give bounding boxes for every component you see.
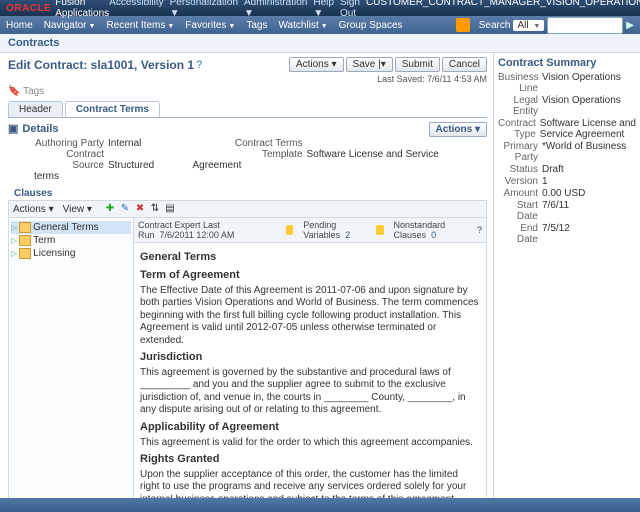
details-grid: Authoring PartyInternal Contract SourceS… (34, 138, 487, 182)
nav-tags[interactable]: Tags (246, 20, 267, 31)
summary-title: Contract Summary (498, 57, 636, 69)
summary-row: Status Draft (498, 164, 636, 175)
link-accessibility[interactable]: Accessibility (109, 0, 163, 19)
details-title: Details (22, 123, 58, 135)
search-go-icon[interactable]: ▶ (626, 20, 634, 31)
summary-value: 7/5/12 (542, 223, 570, 245)
folder-icon (19, 235, 31, 246)
search-input[interactable] (547, 17, 623, 34)
summary-row: Business LineVision Operations (498, 72, 636, 94)
tree-node-licensing[interactable]: ▷Licensing (11, 247, 131, 260)
folder-icon (19, 222, 31, 233)
brand-suite: Fusion Applications (55, 0, 109, 19)
nav-groups[interactable]: Group Spaces (339, 20, 403, 31)
tags-link[interactable]: 🔖 Tags (8, 86, 487, 97)
summary-key: Primary Party (498, 141, 538, 163)
summary-key: Business Line (498, 72, 538, 94)
tree-node-general-terms[interactable]: ▷General Terms (11, 221, 131, 234)
nonstandard-clauses[interactable]: Nonstandard Clauses 0 (394, 220, 467, 240)
search-label: Search (479, 20, 511, 31)
nav-navigator[interactable]: Navigator▼ (44, 20, 96, 31)
doc-h-applicability: Applicability of Agreement (140, 421, 480, 435)
clause-document: General Terms Term of Agreement The Effe… (134, 243, 486, 500)
contract-summary: Contract Summary Business LineVision Ope… (493, 53, 640, 505)
nav-favorites[interactable]: Favorites▼ (185, 20, 235, 31)
pending-variables[interactable]: Pending Variables 2 (303, 220, 366, 240)
breadcrumb: Contracts (0, 34, 640, 53)
link-help[interactable]: Help ▼ (313, 0, 334, 19)
warning-icon (376, 225, 384, 235)
cancel-button[interactable]: Cancel (442, 57, 487, 72)
doc-p: This agreement is governed by the substa… (140, 367, 480, 417)
folder-icon (19, 248, 31, 259)
summary-row: Amount 0.00 USD (498, 188, 636, 199)
summary-value: 7/6/11 (542, 200, 569, 222)
edit-icon[interactable]: ✎ (119, 203, 131, 215)
doc-h-rights: Rights Granted (140, 453, 480, 467)
nav-home[interactable]: Home (6, 20, 33, 31)
more-icon[interactable]: ▤ (164, 203, 176, 215)
move-icon[interactable]: ⇅ (149, 203, 161, 215)
actions-menu[interactable]: Actions ▾ (289, 57, 344, 72)
summary-row: Primary Party*World of Business (498, 141, 636, 163)
tab-header[interactable]: Header (8, 101, 63, 117)
doc-h-general: General Terms (140, 251, 480, 265)
summary-value: 1 (542, 176, 548, 187)
doc-h-term: Term of Agreement (140, 269, 480, 283)
summary-row: Version 1 (498, 176, 636, 187)
doc-p: This agreement is valid for the order to… (140, 437, 480, 450)
clauses-view[interactable]: View ▾ (63, 204, 92, 215)
tree-node-term[interactable]: ▷Term (11, 234, 131, 247)
footer-bar (0, 498, 640, 512)
summary-row: Legal EntityVision Operations (498, 95, 636, 117)
help-icon[interactable]: ? (477, 225, 482, 235)
clauses-actions[interactable]: Actions ▾ (13, 204, 54, 215)
search-scope[interactable]: All ▼ (513, 20, 544, 31)
summary-key: Version (498, 176, 538, 187)
clauses-toolbar: Actions ▾ View ▾ ✚ ✎ ✖ ⇅ ▤ (8, 200, 487, 218)
submit-button[interactable]: Submit (395, 57, 440, 72)
details-actions[interactable]: Actions ▾ (429, 122, 487, 137)
tab-contract-terms[interactable]: Contract Terms (65, 101, 160, 117)
delete-icon[interactable]: ✖ (134, 203, 146, 215)
summary-value: Draft (542, 164, 564, 175)
summary-row: Start Date7/6/11 (498, 200, 636, 222)
summary-value: Software License and Service Agreement (540, 118, 636, 140)
details-disclosure-icon[interactable]: ▣ (8, 122, 18, 135)
global-header: ORACLE Fusion Applications Accessibility… (0, 0, 640, 16)
summary-row: End Date7/5/12 (498, 223, 636, 245)
add-icon[interactable]: ✚ (104, 203, 116, 215)
link-signout[interactable]: Sign Out (340, 0, 360, 19)
help-icon[interactable]: ? (196, 59, 202, 71)
save-button[interactable]: Save |▾ (346, 57, 393, 72)
clause-status-bar: Contract Expert Last Run 7/6/2011 12:00 … (134, 218, 486, 243)
summary-value: Vision Operations (542, 95, 621, 117)
link-administration[interactable]: Administration ▼ (244, 0, 307, 19)
clauses-title: Clauses (14, 188, 487, 199)
home-icon[interactable] (456, 18, 470, 32)
contract-expert-status: Contract Expert Last Run 7/6/2011 12:00 … (138, 220, 276, 240)
summary-row: Contract TypeSoftware License and Servic… (498, 118, 636, 140)
doc-p: Upon the supplier acceptance of this ord… (140, 469, 480, 500)
summary-key: Start Date (498, 200, 538, 222)
summary-value: *World of Business (542, 141, 626, 163)
summary-key: End Date (498, 223, 538, 245)
nav-watchlist[interactable]: Watchlist▼ (278, 20, 327, 31)
link-personalization[interactable]: Personalization ▼ (170, 0, 238, 19)
doc-p: The Effective Date of this Agreement is … (140, 285, 480, 348)
warning-icon (286, 225, 294, 235)
brand-logo: ORACLE (6, 3, 51, 14)
summary-value: Vision Operations (542, 72, 621, 94)
summary-key: Contract Type (498, 118, 536, 140)
tab-bar: Header Contract Terms (8, 101, 487, 118)
nav-recent[interactable]: Recent Items▼ (106, 20, 174, 31)
summary-key: Status (498, 164, 538, 175)
doc-h-jurisdiction: Jurisdiction (140, 351, 480, 365)
summary-key: Legal Entity (498, 95, 538, 117)
summary-key: Amount (498, 188, 538, 199)
summary-value: 0.00 USD (542, 188, 585, 199)
page-title: Edit Contract: sla1001, Version 1 (8, 58, 194, 72)
clause-tree: ▷General Terms ▷Term ▷Licensing (9, 218, 134, 500)
last-saved: Last Saved: 7/6/11 4:53 AM (8, 74, 487, 84)
